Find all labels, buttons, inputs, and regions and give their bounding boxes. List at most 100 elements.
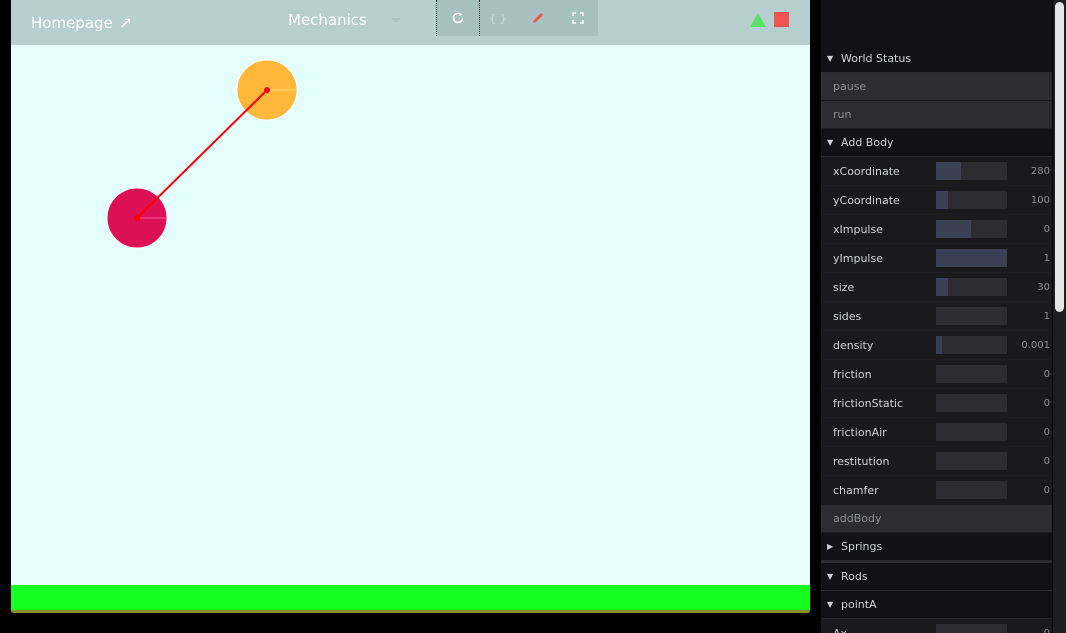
demo-selector-label: Mechanics: [288, 11, 367, 29]
slider-fill: [936, 336, 942, 354]
reload-button[interactable]: [438, 0, 478, 36]
param-label: frictionStatic: [833, 396, 904, 410]
param-label: sides: [833, 309, 862, 323]
param-slider[interactable]: [936, 278, 1007, 296]
param-label: yCoordinate: [833, 193, 900, 207]
param-value-input[interactable]: 100: [1007, 195, 1052, 206]
add-body-label: addBody: [833, 512, 882, 525]
param-row-size: size 30: [821, 273, 1052, 302]
folder-title: World Status: [841, 52, 912, 65]
param-value-input[interactable]: 0: [1007, 628, 1052, 633]
physics-scene[interactable]: [11, 0, 810, 613]
param-slider[interactable]: [936, 191, 1007, 209]
triangle-down-icon: ▼: [827, 138, 834, 147]
external-link-icon: ↗: [118, 13, 133, 32]
param-label: frictionAir: [833, 425, 887, 439]
play-indicator-icon[interactable]: [750, 12, 766, 27]
code-icon: { }: [489, 11, 507, 25]
folder-rods[interactable]: ▼ Rods: [821, 561, 1052, 591]
code-button[interactable]: { }: [478, 0, 518, 36]
slider-fill: [936, 191, 949, 209]
param-row-ycoordinate: yCoordinate 100: [821, 186, 1052, 215]
toolbar: { }: [436, 0, 598, 36]
param-value-input[interactable]: 0.001: [1007, 340, 1052, 351]
param-value-input[interactable]: 1: [1007, 311, 1052, 322]
slider-fill: [936, 249, 1007, 267]
param-slider[interactable]: [936, 336, 1007, 354]
run-button[interactable]: run: [821, 101, 1052, 129]
pointa-params: Ax 0: [821, 619, 1052, 633]
param-label: density: [833, 338, 874, 352]
param-row-ximpulse: xImpulse 0: [821, 215, 1052, 244]
param-row-friction: friction 0: [821, 360, 1052, 389]
param-slider[interactable]: [936, 624, 1007, 633]
param-row-xcoordinate: xCoordinate 280: [821, 157, 1052, 186]
param-slider[interactable]: [936, 481, 1007, 499]
folder-title: pointA: [841, 598, 877, 611]
fullscreen-icon: [572, 12, 584, 24]
triangle-down-icon: ▼: [827, 600, 834, 609]
param-value-input[interactable]: 30: [1007, 282, 1052, 293]
param-slider[interactable]: [936, 249, 1007, 267]
reload-icon: [452, 12, 464, 24]
edit-button[interactable]: [518, 0, 558, 36]
add-body-params: xCoordinate 280 yCoordinate 100 xImpulse 0 yIm…: [821, 157, 1052, 505]
param-row-frictionstatic: frictionStatic 0: [821, 389, 1052, 418]
top-bar: Homepage ↗ Mechanics { }: [11, 0, 810, 45]
pencil-icon: [533, 13, 543, 23]
param-row-yimpulse: yImpulse 1: [821, 244, 1052, 273]
param-value-input[interactable]: 0: [1007, 398, 1052, 409]
param-value-input[interactable]: 1: [1007, 253, 1052, 264]
scrollbar-thumb[interactable]: [1055, 2, 1064, 312]
folder-title: Add Body: [841, 136, 894, 149]
param-label: xCoordinate: [833, 164, 900, 178]
folder-world-status[interactable]: ▼ World Status: [821, 45, 1052, 73]
rod-constraint: [136, 89, 268, 219]
param-slider[interactable]: [936, 423, 1007, 441]
param-value-input[interactable]: 0: [1007, 485, 1052, 496]
rod-anchor-b: [134, 215, 140, 221]
param-label: xImpulse: [833, 222, 883, 236]
add-body-button[interactable]: addBody: [821, 505, 1052, 533]
param-value-input[interactable]: 0: [1007, 456, 1052, 467]
panel-scrollbar[interactable]: [1053, 0, 1066, 633]
param-label: friction: [833, 367, 872, 381]
param-row-chamfer: chamfer 0: [821, 476, 1052, 505]
triangle-right-icon: ▶: [827, 542, 834, 551]
triangle-down-icon: ▼: [827, 54, 834, 63]
folder-title: Rods: [841, 570, 868, 583]
homepage-label: Homepage: [31, 13, 113, 32]
simulation-canvas[interactable]: Homepage ↗ Mechanics { }: [11, 0, 810, 613]
demo-selector[interactable]: Mechanics: [288, 11, 401, 29]
param-row-restitution: restitution 0: [821, 447, 1052, 476]
param-row-density: density 0.001: [821, 331, 1052, 360]
pause-button[interactable]: pause: [821, 73, 1052, 101]
param-value-input[interactable]: 0: [1007, 427, 1052, 438]
rod-anchor-a: [264, 87, 270, 93]
slider-fill: [936, 220, 972, 238]
param-value-input[interactable]: 0: [1007, 224, 1052, 235]
folder-pointa[interactable]: ▼ pointA: [821, 591, 1052, 619]
param-slider[interactable]: [936, 452, 1007, 470]
param-slider[interactable]: [936, 365, 1007, 383]
folder-add-body[interactable]: ▼ Add Body: [821, 129, 1052, 157]
param-row-sides: sides 1: [821, 302, 1052, 331]
slider-fill: [936, 278, 949, 296]
controls-panel: ▼ World Status pause run ▼ Add Body xCoo…: [821, 0, 1052, 633]
param-slider[interactable]: [936, 220, 1007, 238]
param-label: restitution: [833, 454, 890, 468]
param-slider[interactable]: [936, 394, 1007, 412]
run-label: run: [833, 108, 852, 121]
param-label: yImpulse: [833, 251, 883, 265]
homepage-link[interactable]: Homepage ↗: [31, 13, 132, 32]
param-value-input[interactable]: 280: [1007, 166, 1052, 177]
param-value-input[interactable]: 0: [1007, 369, 1052, 380]
param-label: chamfer: [833, 483, 879, 497]
fullscreen-button[interactable]: [558, 0, 598, 36]
folder-springs[interactable]: ▶ Springs: [821, 533, 1052, 561]
chevron-down-icon: [390, 17, 401, 23]
pause-label: pause: [833, 80, 867, 93]
param-slider[interactable]: [936, 307, 1007, 325]
stop-indicator-icon[interactable]: [774, 12, 789, 27]
param-slider[interactable]: [936, 162, 1007, 180]
